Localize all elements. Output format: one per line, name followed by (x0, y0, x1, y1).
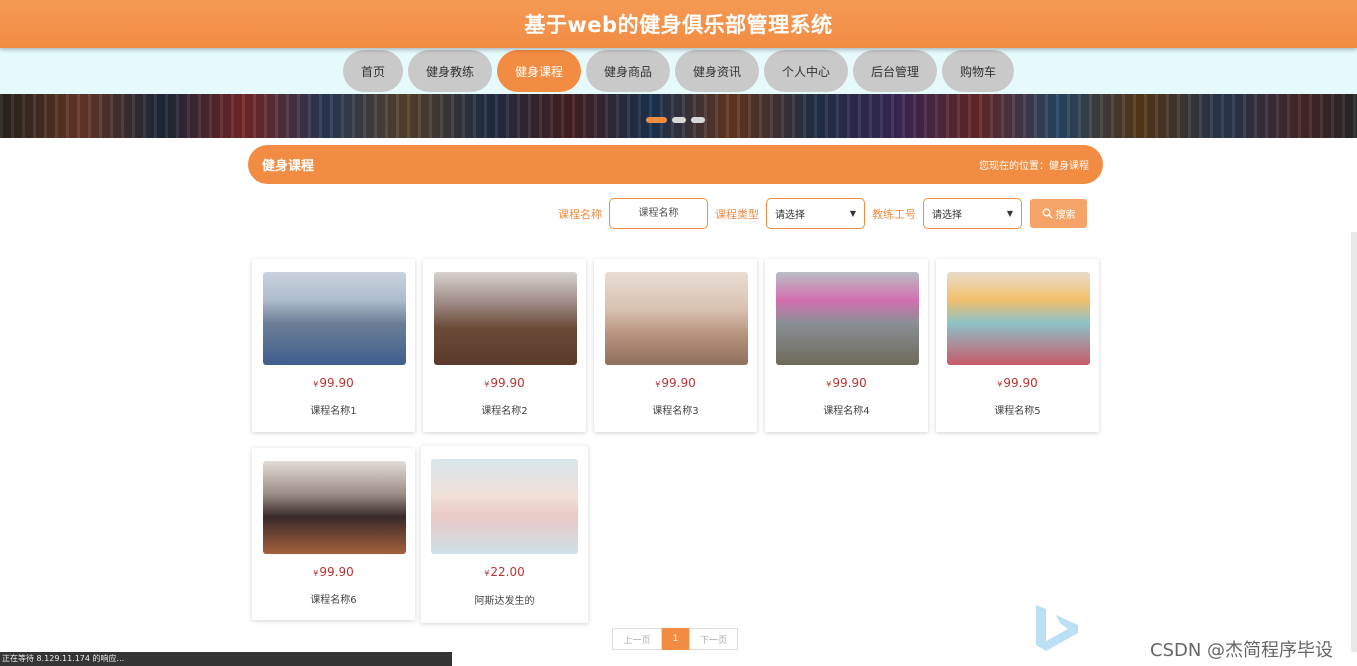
nav-item-coaches[interactable]: 健身教练 (407, 50, 492, 92)
carousel-indicators (646, 117, 705, 123)
course-name-label: 课程名称 (558, 207, 602, 221)
course-card[interactable]: ¥99.90 课程名称6 (252, 448, 415, 620)
course-name-input[interactable] (609, 198, 708, 229)
banner-carousel[interactable] (0, 94, 1357, 138)
course-type-value: 请选择 (775, 210, 805, 221)
course-price: ¥99.90 (655, 376, 696, 390)
search-icon (1042, 208, 1053, 219)
pagination: 上一页 1 下一页 (612, 628, 738, 650)
course-image (263, 272, 406, 365)
nav-item-profile[interactable]: 个人中心 (764, 50, 849, 92)
course-image (605, 272, 748, 365)
course-price: ¥99.90 (997, 376, 1038, 390)
chevron-down-icon: ▼ (1006, 209, 1013, 218)
course-image (776, 272, 919, 365)
nav-item-products[interactable]: 健身商品 (585, 50, 670, 92)
nav-item-admin[interactable]: 后台管理 (853, 50, 938, 92)
chevron-down-icon: ▼ (849, 209, 856, 218)
prev-page-button[interactable]: 上一页 (612, 628, 662, 650)
carousel-dot[interactable] (672, 117, 686, 123)
coach-id-label: 教练工号 (872, 207, 916, 221)
section-header: 健身课程 您现在的位置：健身课程 (248, 145, 1103, 184)
main-nav: 首页 健身教练 健身课程 健身商品 健身资讯 个人中心 后台管理 购物车 (0, 48, 1357, 94)
carousel-dot[interactable] (646, 117, 667, 123)
course-type-label: 课程类型 (715, 207, 759, 221)
course-price: ¥22.00 (484, 565, 525, 579)
nav-item-courses[interactable]: 健身课程 (496, 50, 581, 92)
course-card[interactable]: ¥99.90 课程名称3 (594, 259, 757, 432)
search-button[interactable]: 搜索 (1030, 199, 1087, 228)
page-number-button[interactable]: 1 (662, 628, 689, 650)
status-bar: 正在等待 8.129.11.174 的响应... (0, 652, 452, 666)
coach-id-select[interactable]: 请选择 ▼ (923, 198, 1022, 229)
course-card[interactable]: ¥99.90 课程名称1 (252, 259, 415, 432)
course-price: ¥99.90 (313, 565, 354, 579)
site-header: 基于web的健身俱乐部管理系统 (0, 0, 1357, 48)
course-card[interactable]: ¥99.90 课程名称2 (423, 259, 586, 432)
breadcrumb: 您现在的位置：健身课程 (979, 161, 1089, 172)
bing-logo-icon (1036, 605, 1078, 651)
course-price: ¥99.90 (826, 376, 867, 390)
course-card[interactable]: ¥99.90 课程名称5 (936, 259, 1099, 432)
search-button-label: 搜索 (1055, 210, 1076, 221)
scrollbar[interactable] (1351, 232, 1357, 652)
course-name: 阿斯达发生的 (474, 596, 535, 607)
banner-image (0, 94, 1357, 138)
course-name: 课程名称5 (994, 406, 1041, 417)
course-image (263, 461, 406, 554)
course-name: 课程名称6 (310, 595, 357, 606)
carousel-dot[interactable] (691, 117, 705, 123)
coach-id-value: 请选择 (932, 210, 962, 221)
watermark: CSDN @杰简程序毕设 (1150, 640, 1334, 661)
next-page-button[interactable]: 下一页 (689, 628, 738, 650)
course-price: ¥99.90 (313, 376, 354, 390)
section-title: 健身课程 (262, 159, 315, 174)
nav-item-home[interactable]: 首页 (342, 50, 403, 92)
course-image (947, 272, 1090, 365)
course-name: 课程名称4 (823, 406, 870, 417)
course-type-select[interactable]: 请选择 ▼ (766, 198, 865, 229)
course-price: ¥99.90 (484, 376, 525, 390)
course-card[interactable]: ¥99.90 课程名称4 (765, 259, 928, 432)
course-name: 课程名称3 (652, 406, 699, 417)
course-image (431, 459, 578, 554)
site-title: 基于web的健身俱乐部管理系统 (524, 13, 833, 37)
course-image (434, 272, 577, 365)
nav-item-news[interactable]: 健身资讯 (675, 50, 760, 92)
nav-item-cart[interactable]: 购物车 (942, 50, 1015, 92)
course-name: 课程名称1 (310, 406, 357, 417)
search-bar: 课程名称 课程类型 请选择 ▼ 教练工号 请选择 ▼ 搜索 (558, 198, 1087, 229)
course-name: 课程名称2 (481, 406, 528, 417)
course-card[interactable]: ¥22.00 阿斯达发生的 (421, 446, 588, 623)
